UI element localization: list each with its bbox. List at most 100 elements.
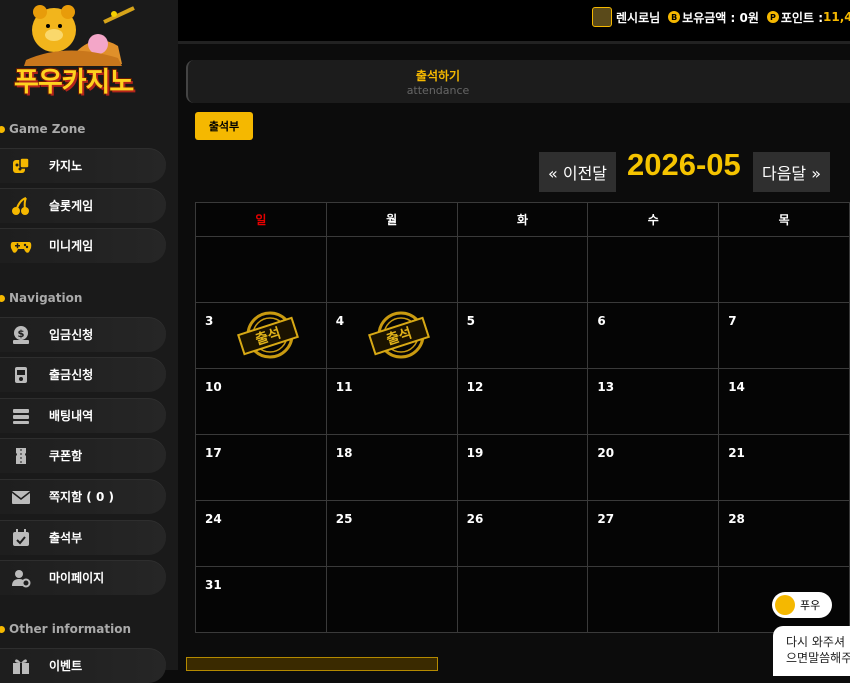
section-title-navigation: Navigation [0, 291, 82, 305]
calendar-week-row: 31 [195, 566, 850, 633]
calendar-day-cell[interactable]: 5 [456, 302, 589, 369]
calendar-day-cell[interactable]: 3 출석 [195, 302, 327, 369]
sidebar-item-label: 출금신청 [49, 368, 94, 382]
calendar-day-cell[interactable]: 17 [195, 434, 327, 501]
calendar-day-cell [325, 236, 458, 303]
sidebar-item-event[interactable]: 이벤트 [0, 648, 166, 683]
calendar-day-cell[interactable]: 13 [587, 368, 720, 435]
weekday-monday: 월 [325, 202, 458, 237]
calendar-day-number: 6 [597, 314, 606, 328]
calendar-day-cell[interactable]: 31 [195, 566, 327, 633]
calendar-day-number: 17 [205, 446, 222, 460]
calendar-day-cell[interactable]: 12 [456, 368, 589, 435]
calendar-day-cell [456, 236, 589, 303]
list-icon [10, 405, 32, 427]
coupon-icon [10, 445, 32, 467]
section-label: Other information [9, 622, 131, 636]
sidebar-item-messages[interactable]: 쪽지함 ( 0 ) [0, 479, 166, 514]
level-badge-icon [592, 7, 612, 27]
calendar-day-number: 26 [466, 512, 484, 526]
calendar-day-cell[interactable]: 24 [195, 500, 327, 567]
sidebar-item-label: 슬롯게임 [49, 199, 94, 213]
calendar-day-cell[interactable]: 14 [718, 368, 850, 435]
calendar-check-icon [10, 527, 32, 549]
chat-message-line: 다시 와주셔 [786, 635, 846, 649]
current-month: 2026-05 [627, 147, 741, 182]
calendar-day-cell [195, 236, 327, 303]
calendar-day-number: 7 [728, 314, 737, 328]
chat-launcher[interactable]: 푸우 [772, 592, 832, 618]
username[interactable]: 렌시로님 [616, 9, 660, 26]
calendar-day-number: 28 [728, 512, 745, 526]
calendar-day-number: 25 [335, 512, 353, 526]
calendar-week-row: 17 18 19 20 21 [195, 434, 850, 501]
weekday-sunday: 일 [195, 202, 327, 237]
sidebar-item-label: 쪽지함 ( 0 ) [49, 490, 114, 504]
prev-month-button[interactable]: « 이전달 [539, 152, 616, 192]
calendar-day-cell[interactable]: 20 [587, 434, 720, 501]
calendar-day-number: 10 [205, 380, 222, 394]
chat-message-line: 으면말씀해주 [786, 651, 850, 665]
logo-text: 푸우카지노 [14, 67, 134, 98]
points-value: 11,420 [823, 10, 850, 24]
calendar-day-number: 27 [597, 512, 615, 526]
calendar-day-cell[interactable]: 21 [718, 434, 850, 501]
calendar-week-row: 3 출석 4 출석 5 6 7 [195, 302, 850, 369]
bullet-icon [0, 125, 5, 133]
balance-label: 보유금액 : 0원 [682, 10, 759, 25]
calendar-day-number: 3 [205, 314, 214, 328]
calendar-day-number: 4 [335, 314, 345, 328]
calendar-day-cell[interactable]: 28 [718, 500, 850, 567]
sidebar-item-withdraw[interactable]: 출금신청 [0, 357, 166, 392]
chat-name: 푸우 [800, 599, 821, 612]
calendar-day-cell[interactable]: 11 [325, 368, 458, 435]
gift-icon [10, 655, 32, 677]
calendar-day-cell[interactable]: 27 [587, 500, 720, 567]
cherry-icon [10, 195, 32, 217]
sidebar-item-label: 카지노 [49, 159, 83, 173]
section-title-game-zone: Game Zone [0, 122, 85, 136]
user-gear-icon [10, 567, 32, 589]
sidebar-item-label: 마이페이지 [49, 571, 105, 585]
promo-banner[interactable] [186, 657, 438, 671]
calendar-day-number: 20 [597, 446, 615, 460]
calendar-day-cell[interactable]: 10 [195, 368, 327, 435]
sidebar-item-label: 쿠폰함 [49, 449, 83, 463]
sidebar-item-mypage[interactable]: 마이페이지 [0, 560, 166, 595]
attendance-tab-button[interactable]: 출석부 [195, 112, 253, 140]
calendar-week-row: 24 25 26 27 28 [195, 500, 850, 567]
money-icon: $ [10, 324, 32, 346]
calendar-day-cell[interactable]: 25 [325, 500, 458, 567]
chat-message[interactable]: 다시 와주셔 으면말씀해주 [773, 626, 850, 676]
calendar-day-cell[interactable]: 19 [456, 434, 589, 501]
page-title: 출석하기 [415, 69, 461, 83]
calendar-day-cell [718, 236, 850, 303]
sidebar-item-deposit[interactable]: $ 입금신청 [0, 317, 166, 352]
sidebar-item-attendance[interactable]: 출석부 [0, 520, 166, 555]
points-label: 포인트 : [780, 10, 823, 25]
calendar-day-cell[interactable]: 4 출석 [325, 302, 458, 369]
calendar-day-cell [456, 566, 589, 633]
atm-icon [10, 364, 32, 386]
calendar-day-cell[interactable]: 18 [325, 434, 458, 501]
sidebar-item-bet-history[interactable]: 배팅내역 [0, 398, 166, 433]
calendar-day-number: 5 [466, 314, 475, 328]
section-label: Navigation [9, 291, 83, 305]
sidebar-item-minigame[interactable]: 미니게임 [0, 228, 166, 263]
gamepad-icon [10, 235, 32, 257]
site-logo[interactable]: 푸우카지노 [6, 2, 158, 98]
attendance-stamp-icon: 출석 [236, 309, 300, 361]
calendar-day-cell [325, 566, 458, 633]
point-coin-icon: P [766, 11, 779, 23]
sidebar-item-label: 출석부 [49, 531, 83, 545]
sidebar-item-casino[interactable]: 카지노 [0, 148, 166, 183]
sidebar-item-coupon[interactable]: 쿠폰함 [0, 438, 166, 473]
next-month-button[interactable]: 다음달 » [753, 152, 830, 192]
balance-coin-icon: B [668, 11, 681, 23]
svg-text:$: $ [18, 329, 25, 340]
calendar-day-cell[interactable]: 6 [587, 302, 720, 369]
calendar-day-cell [587, 566, 720, 633]
sidebar-item-slot[interactable]: 슬롯게임 [0, 188, 166, 223]
calendar-day-cell[interactable]: 7 [718, 302, 850, 369]
calendar-day-cell[interactable]: 26 [456, 500, 589, 567]
